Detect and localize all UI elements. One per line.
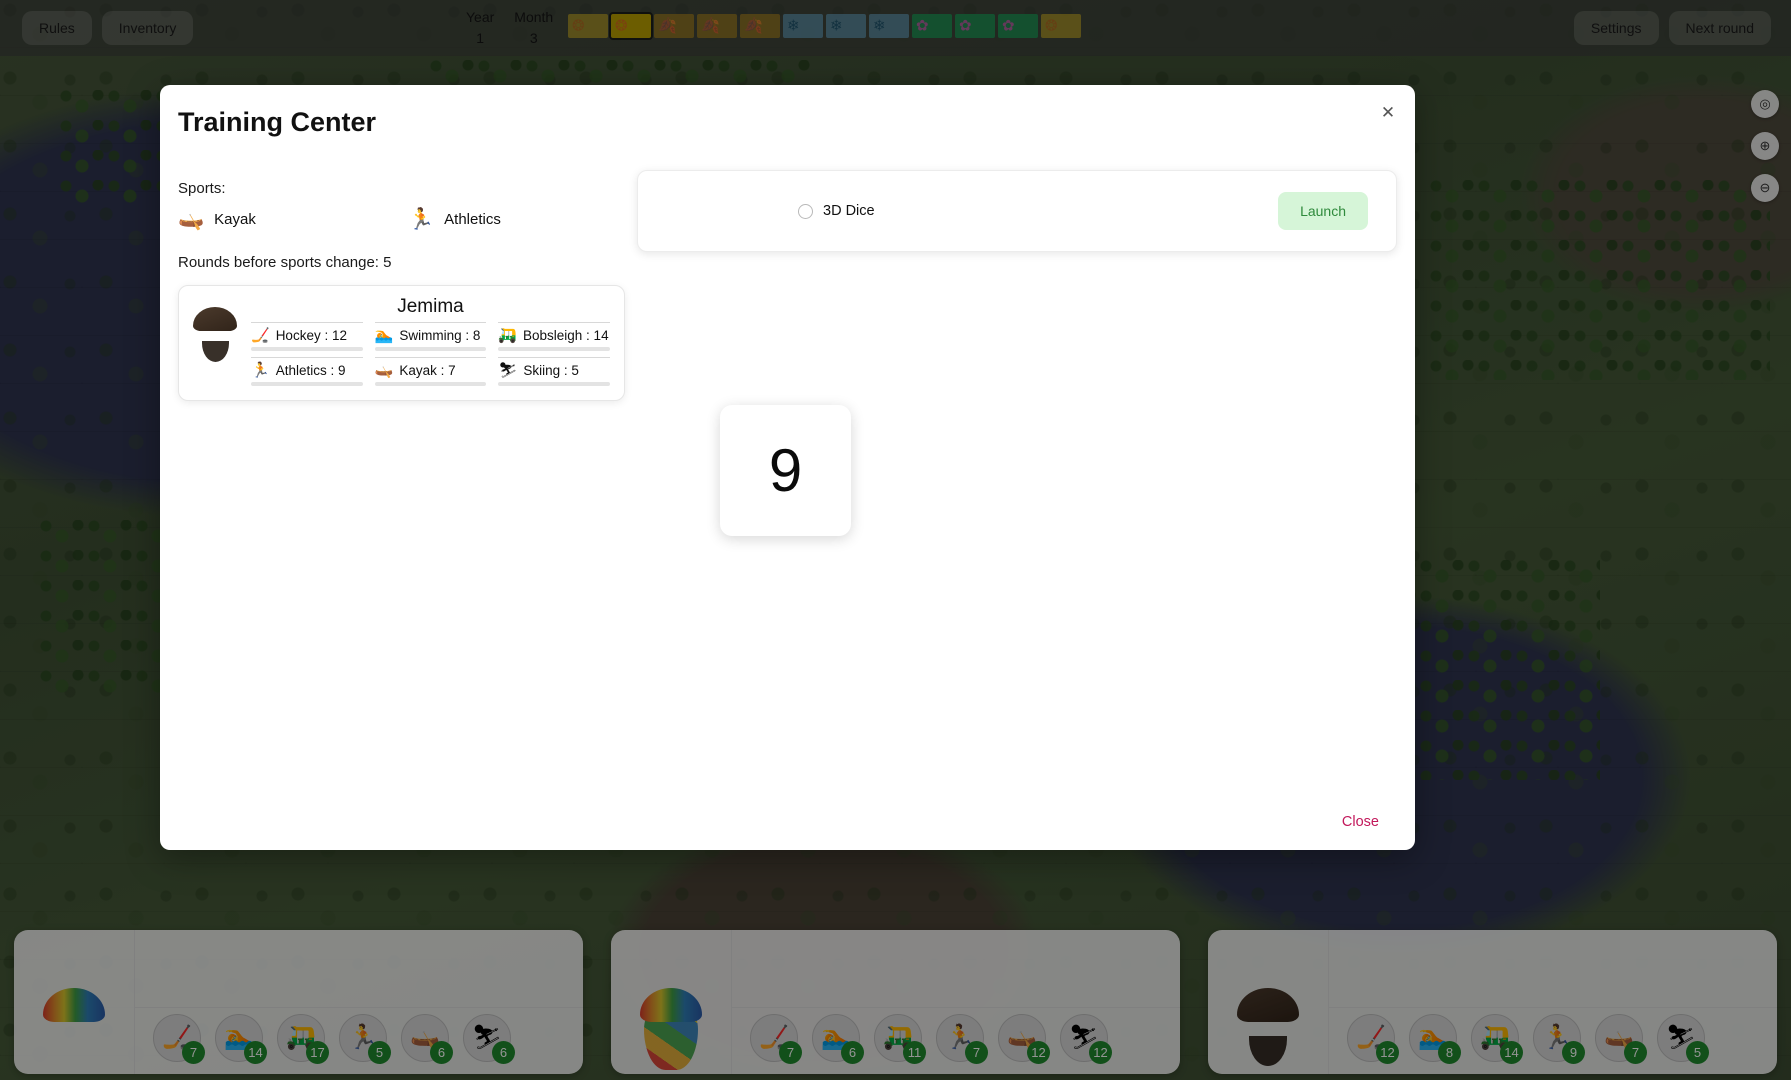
stat-skiing: ⛷ Skiing : 5: [498, 357, 610, 386]
stat-bar: [498, 347, 610, 351]
training-center-dialog: Training Center ✕ Sports: 🛶 Kayak 🏃 Athleti…: [160, 85, 1415, 850]
stat-label: Swimming : 8: [399, 328, 481, 343]
kayak-icon: 🛶: [178, 208, 205, 231]
radio-icon[interactable]: [798, 203, 813, 219]
sports-label: Sports:: [178, 180, 226, 197]
stat-label: Bobsleigh : 14: [523, 328, 609, 343]
dice-result-card: 9: [720, 405, 851, 536]
sport-option-athletics[interactable]: 🏃 Athletics: [408, 209, 638, 230]
stat-label: Skiing : 5: [523, 363, 579, 378]
stat-line: 🏃 Athletics : 9: [251, 363, 363, 378]
stat-label: Athletics : 9: [275, 363, 346, 378]
stat-line: 🛶 Kayak : 7: [375, 363, 487, 378]
athlete-card[interactable]: Jemima 🏒 Hockey : 12 🏊 Swimming : 8 🛺 Bobslei…: [178, 285, 625, 401]
stat-athletics: 🏃 Athletics : 9: [251, 357, 363, 386]
stat-label: Hockey : 12: [275, 328, 347, 343]
stat-bobsleigh: 🛺 Bobsleigh : 14: [498, 322, 610, 351]
stat-line: 🏊 Swimming : 8: [375, 328, 487, 343]
avatar: [189, 296, 241, 386]
stat-bar: [498, 382, 610, 386]
athlete-name: Jemima: [397, 296, 464, 317]
stat-bar: [251, 347, 363, 351]
sports-options: 🛶 Kayak 🏃 Athletics: [178, 209, 648, 230]
stat-line: 🛺 Bobsleigh : 14: [498, 328, 610, 343]
stat-kayak: 🛶 Kayak : 7: [374, 357, 487, 386]
launch-button[interactable]: Launch: [1278, 192, 1368, 230]
athletics-icon: 🏃: [408, 208, 435, 231]
swimming-icon: 🏊: [374, 327, 394, 344]
stat-bar: [374, 347, 487, 351]
stat-bar: [374, 382, 487, 386]
rounds-before-change-text: Rounds before sports change: 5: [178, 254, 392, 271]
stat-hockey: 🏒 Hockey : 12: [251, 322, 363, 351]
athletics-icon: 🏃: [251, 362, 270, 379]
sport-option-label: Kayak: [214, 211, 256, 228]
sport-option-kayak[interactable]: 🛶 Kayak: [178, 209, 408, 230]
hockey-icon: 🏒: [251, 327, 270, 344]
kayak-icon: 🛶: [374, 362, 394, 379]
athlete-details: Jemima 🏒 Hockey : 12 🏊 Swimming : 8 🛺 Bobslei…: [251, 296, 610, 386]
athlete-stats-grid: 🏒 Hockey : 12 🏊 Swimming : 8 🛺 Bobsleigh : 14…: [251, 322, 610, 386]
stat-bar: [251, 382, 363, 386]
stat-line: 🏒 Hockey : 12: [251, 328, 363, 343]
sport-option-label: Athletics: [444, 211, 501, 228]
sports-selection-column: Sports: 🛶 Kayak 🏃 Athletics Rounds before s…: [178, 180, 648, 401]
close-button[interactable]: Close: [1342, 814, 1379, 830]
dice-panel: 3D Dice Launch: [637, 170, 1397, 252]
stat-label: Kayak : 7: [399, 363, 456, 378]
bobsleigh-icon: 🛺: [498, 327, 518, 344]
stat-swimming: 🏊 Swimming : 8: [374, 322, 487, 351]
stat-line: ⛷ Skiing : 5: [498, 363, 610, 378]
dice-result-value: 9: [768, 437, 803, 504]
close-icon[interactable]: ✕: [1377, 101, 1399, 123]
avatar-hair: [193, 307, 237, 331]
dice-3d-label: 3D Dice: [823, 203, 875, 219]
dice-3d-toggle[interactable]: 3D Dice: [798, 203, 875, 219]
skiing-icon: ⛷: [498, 362, 518, 379]
page-title: Training Center: [178, 107, 377, 137]
